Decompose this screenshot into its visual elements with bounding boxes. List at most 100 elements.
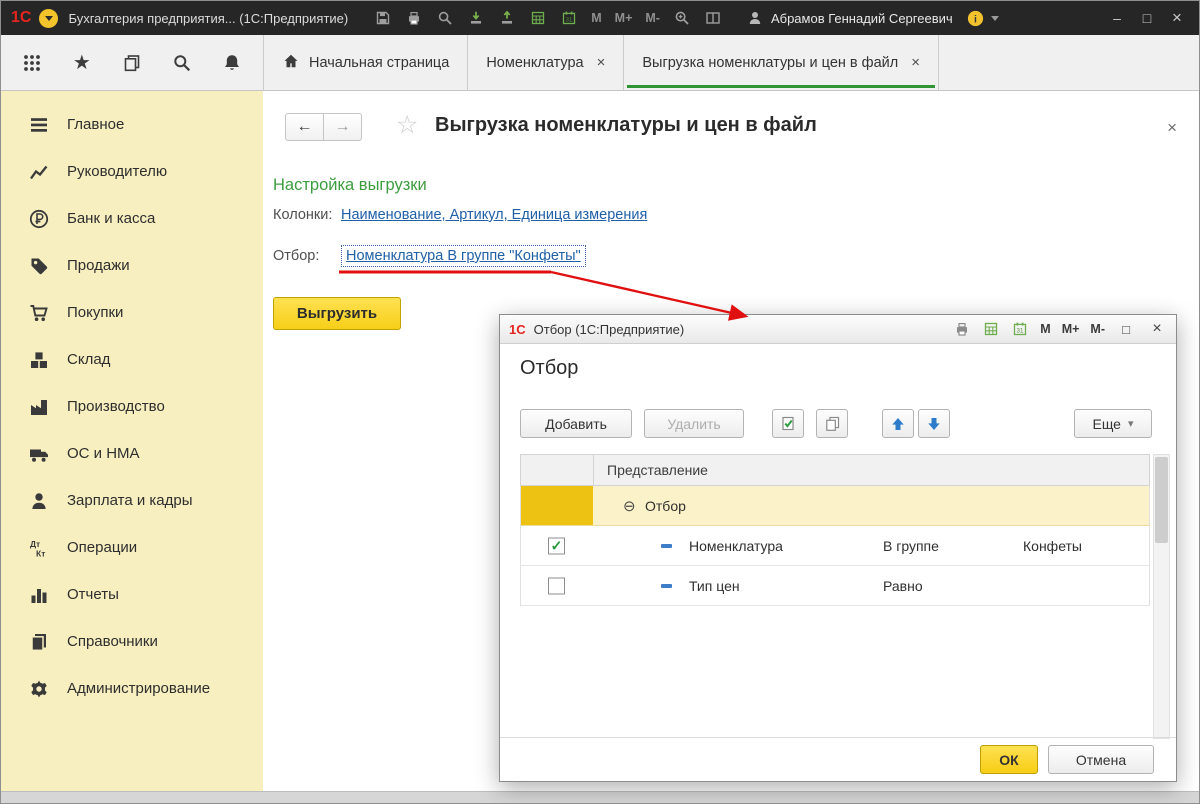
sidebar-item-main[interactable]: Главное (1, 101, 263, 148)
calculator-icon[interactable] (982, 320, 1000, 338)
export-button[interactable]: Выгрузить (273, 297, 401, 330)
calculator-icon[interactable] (529, 9, 547, 27)
tab-export-nomenclature[interactable]: Выгрузка номенклатуры и цен в файл × (624, 35, 939, 90)
window-title: Бухгалтерия предприятия... (1С:Предприят… (68, 11, 348, 26)
delete-button[interactable]: Удалить (644, 409, 744, 438)
move-buttons (882, 409, 950, 438)
move-up-icon[interactable] (882, 409, 914, 438)
1c-logo: 1С (509, 322, 526, 337)
truck-icon (28, 443, 50, 465)
sidebar-item-salary-hr[interactable]: Зарплата и кадры (1, 477, 263, 524)
sidebar-item-operations[interactable]: ДтКт Операции (1, 524, 263, 571)
condition-cell: Равно (883, 578, 923, 594)
split-view-icon[interactable] (704, 9, 722, 27)
book-icon (28, 631, 50, 653)
sidebar-item-purchases[interactable]: Покупки (1, 289, 263, 336)
sidebar-item-label: Банк и касса (67, 210, 155, 227)
favorites-star-icon[interactable]: ★ (71, 52, 92, 74)
sidebar-item-bank-cash[interactable]: Банк и касса (1, 195, 263, 242)
back-button[interactable]: ← (285, 113, 324, 141)
tab-home[interactable]: Начальная страница (264, 35, 468, 90)
row-checkbox[interactable] (548, 577, 565, 594)
dialog-footer: ОК Отмена (500, 737, 1176, 781)
1c-logo: 1С (11, 9, 31, 27)
import-file-icon[interactable] (467, 9, 485, 27)
window-titlebar[interactable]: 1С Бухгалтерия предприятия... (1С:Предпр… (1, 1, 1200, 35)
sidebar-item-production[interactable]: Производство (1, 383, 263, 430)
maximize-button[interactable]: □ (1133, 6, 1161, 30)
info-icon[interactable]: i (967, 9, 985, 27)
sidebar-item-warehouse[interactable]: Склад (1, 336, 263, 383)
calendar-icon[interactable]: 31 (560, 9, 578, 27)
memory-m-plus-button[interactable]: M+ (615, 11, 633, 25)
dialog-titlebar[interactable]: 1С Отбор (1С:Предприятие) 31 M M+ M- □ × (500, 315, 1176, 344)
sidebar-item-label: Операции (67, 539, 137, 556)
memory-m-minus-button[interactable]: M- (645, 11, 660, 25)
table-row[interactable]: ✓ Номенклатура В группе Конфеты (520, 526, 1150, 566)
minimize-button[interactable]: – (1103, 6, 1131, 30)
tab-nomenclature[interactable]: Номенклатура × (468, 35, 624, 90)
group-row-label: Отбор (645, 498, 686, 514)
scrollbar-thumb[interactable] (1155, 457, 1168, 543)
sidebar-item-sales[interactable]: Продажи (1, 242, 263, 289)
check-all-icon[interactable] (772, 409, 804, 438)
copy-stack-icon[interactable] (816, 409, 848, 438)
open-tabs: Начальная страница Номенклатура × Выгруз… (263, 35, 939, 90)
tab-close-icon[interactable]: × (911, 54, 920, 71)
current-user[interactable]: Абрамов Геннадий Сергеевич (746, 9, 953, 27)
collapse-icon[interactable]: ⊖ (623, 497, 636, 515)
more-button[interactable]: Еще ▾ (1074, 409, 1152, 438)
table-group-row[interactable]: ⊖ Отбор (520, 486, 1150, 526)
form-close-icon[interactable]: × (1167, 118, 1177, 138)
zoom-icon[interactable] (673, 9, 691, 27)
vertical-scrollbar[interactable] (1153, 454, 1170, 739)
calendar-icon[interactable]: 31 (1011, 320, 1029, 338)
tab-close-icon[interactable]: × (597, 54, 606, 71)
memory-m-button[interactable]: M (1040, 322, 1050, 336)
favorite-star-icon[interactable]: ☆ (396, 110, 418, 140)
service-info[interactable]: i (967, 9, 999, 27)
sidebar-item-reports[interactable]: Отчеты (1, 571, 263, 618)
search-icon[interactable] (172, 52, 193, 74)
gear-icon (28, 678, 50, 700)
cancel-button[interactable]: Отмена (1048, 745, 1154, 774)
titlebar-toolbar: 31 M M+ M- (374, 9, 722, 27)
add-button[interactable]: Добавить (520, 409, 632, 438)
notifications-bell-icon[interactable] (222, 52, 243, 74)
main-menu-button[interactable] (39, 9, 58, 28)
dialog-heading: Отбор (520, 357, 578, 380)
svg-text:i: i (974, 13, 977, 25)
user-name: Абрамов Геннадий Сергеевич (771, 11, 953, 26)
sidebar-item-manager[interactable]: Руководителю (1, 148, 263, 195)
memory-m-plus-button[interactable]: M+ (1062, 322, 1080, 336)
dialog-maximize-button[interactable]: □ (1116, 322, 1136, 337)
sidebar-item-fixed-assets[interactable]: ОС и НМА (1, 430, 263, 477)
columns-link[interactable]: Наименование, Артикул, Единица измерения (341, 207, 647, 223)
forward-button[interactable]: → (323, 113, 362, 141)
bar-chart-icon (28, 584, 50, 606)
warehouse-icon (28, 349, 50, 371)
filter-link[interactable]: Номенклатура В группе "Конфеты" (341, 245, 586, 267)
close-button[interactable]: × (1163, 6, 1191, 30)
save-icon[interactable] (374, 9, 392, 27)
ruble-icon (28, 208, 50, 230)
history-icon[interactable] (121, 52, 142, 74)
memory-m-button[interactable]: M (591, 11, 601, 25)
row-checkbox[interactable]: ✓ (548, 537, 565, 554)
dialog-close-button[interactable]: × (1147, 320, 1167, 338)
print-icon[interactable] (953, 320, 971, 338)
ok-button[interactable]: ОК (980, 745, 1038, 774)
preview-search-icon[interactable] (436, 9, 454, 27)
table-row[interactable]: Тип цен Равно (520, 566, 1150, 606)
columns-label: Колонки: (273, 207, 341, 223)
sidebar-item-administration[interactable]: Администрирование (1, 665, 263, 712)
cart-icon (28, 302, 50, 324)
condition-cell: В группе (883, 538, 939, 554)
export-file-icon[interactable] (498, 9, 516, 27)
move-down-icon[interactable] (918, 409, 950, 438)
apps-grid-icon[interactable] (21, 52, 42, 74)
filter-item-icon (661, 544, 672, 548)
print-icon[interactable] (405, 9, 423, 27)
sidebar-item-directories[interactable]: Справочники (1, 618, 263, 665)
memory-m-minus-button[interactable]: M- (1090, 322, 1105, 336)
